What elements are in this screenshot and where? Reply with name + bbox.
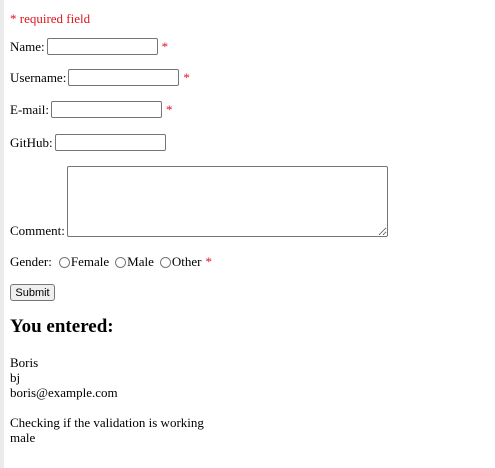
result-email: boris@example.com: [10, 385, 118, 400]
comment-label: Comment:: [10, 223, 65, 238]
username-row: Username: *: [10, 69, 190, 86]
email-row: E-mail: *: [10, 101, 173, 118]
result-name: Boris: [10, 355, 39, 370]
name-required-mark: *: [161, 38, 169, 54]
username-required-mark: *: [183, 69, 190, 85]
name-label: Name:: [10, 38, 45, 54]
name-row: Name: *: [10, 38, 168, 55]
gender-male-radio[interactable]: [115, 256, 127, 268]
submit-button[interactable]: Submit: [10, 284, 55, 301]
result-heading: You entered:: [10, 316, 114, 337]
gender-row: Gender: Female Male Other *: [10, 254, 212, 270]
username-label: Username:: [10, 69, 67, 85]
email-label: E-mail:: [10, 101, 49, 117]
gender-label: Gender:: [10, 254, 52, 269]
gender-male-label: Male: [127, 254, 154, 269]
gender-female-radio[interactable]: [58, 256, 70, 268]
result-gender: male: [10, 430, 36, 445]
window-left-edge: [0, 0, 4, 468]
email-input[interactable]: [51, 101, 162, 118]
name-input[interactable]: [46, 38, 158, 55]
gender-female-label: Female: [70, 254, 110, 269]
required-field-note: * required field: [10, 11, 91, 26]
github-row: GitHub:: [10, 134, 166, 151]
gender-other-radio[interactable]: [159, 256, 171, 268]
result-username: bj: [10, 370, 21, 385]
gender-other-label: Other: [171, 254, 202, 269]
comment-textarea[interactable]: [66, 166, 388, 237]
comment-row: Comment:: [10, 166, 388, 238]
result-comment: Checking if the validation is working: [10, 415, 204, 430]
github-label: GitHub:: [10, 134, 53, 150]
username-input[interactable]: [68, 69, 180, 86]
github-input[interactable]: [54, 134, 166, 151]
gender-required-mark: *: [205, 254, 212, 269]
email-required-mark: *: [166, 101, 173, 117]
